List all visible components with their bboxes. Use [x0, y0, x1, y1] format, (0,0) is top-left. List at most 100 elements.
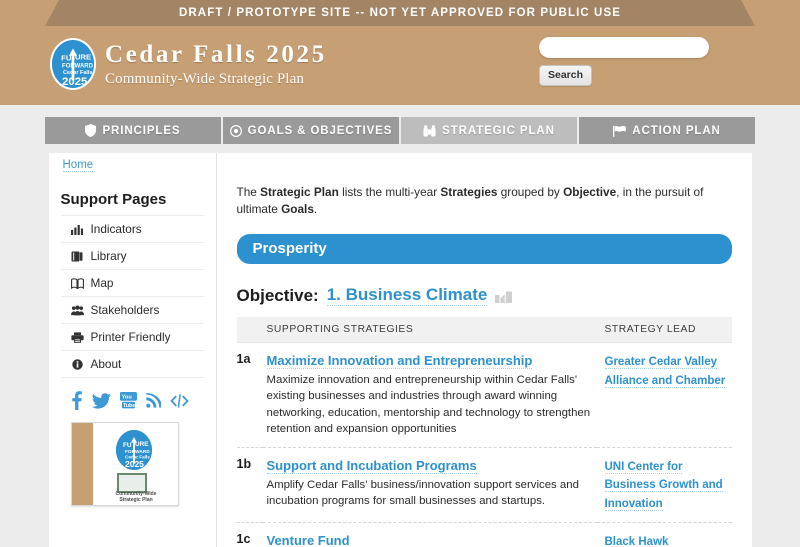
- intro-paragraph: The Strategic Plan lists the multi-year …: [237, 184, 732, 218]
- sidebar-item-label: Printer Friendly: [90, 330, 171, 344]
- sidebar-item-library[interactable]: Library: [60, 243, 204, 270]
- strategy-description: Maximize innovation and entrepreneurship…: [266, 374, 591, 435]
- draft-banner: DRAFT / PROTOTYPE SITE -- NOT YET APPROV…: [0, 0, 800, 30]
- search-button[interactable]: Search: [539, 65, 593, 86]
- sidebar-heading: Support Pages: [60, 191, 167, 208]
- sidebar-item-printer-friendly[interactable]: Printer Friendly: [60, 324, 204, 351]
- code-icon[interactable]: [169, 393, 189, 408]
- search-input[interactable]: [539, 37, 709, 58]
- svg-text:FORWARD: FORWARD: [62, 64, 94, 70]
- intro-bold3: Objective: [563, 185, 617, 199]
- map-icon: [70, 277, 84, 289]
- cover-spine: [71, 423, 93, 505]
- tab-principles-label: PRINCIPLES: [102, 124, 181, 137]
- strategies-table-body: 1a Maximize Innovation and Entrepreneurs…: [236, 342, 732, 547]
- info-icon: [71, 358, 84, 370]
- cover-caption-line2: Strategic Plan: [119, 497, 153, 504]
- tab-strategic-plan[interactable]: STRATEGIC PLAN: [401, 117, 579, 144]
- svg-text:2025: 2025: [62, 76, 88, 88]
- breadcrumb-home-link[interactable]: Home: [62, 159, 94, 172]
- site-header: FU URE FORWARD Cedar Falls 2025 Cedar Fa…: [0, 30, 800, 105]
- strategy-number: 1b: [236, 447, 263, 523]
- people-icon: [70, 304, 84, 316]
- strategies-table-head: SUPPORTING STRATEGIES STRATEGY LEAD: [236, 317, 732, 344]
- book-icon: [71, 251, 84, 262]
- strategy-cell: Venture Fund Coordinate and manage a ven…: [262, 522, 597, 547]
- strategy-lead-cell: UNI Center for Business Growth and Innov…: [596, 447, 732, 523]
- tab-action-plan-label: ACTION PLAN: [632, 124, 721, 137]
- sidebar-item-label: Indicators: [90, 222, 142, 236]
- youtube-icon[interactable]: You Tube: [119, 392, 137, 409]
- table-row: 1c Venture Fund Coordinate and manage a …: [236, 522, 732, 547]
- sidebar-item-about[interactable]: About: [60, 351, 204, 378]
- col-header-supporting-strategies: SUPPORTING STRATEGIES: [262, 317, 597, 344]
- svg-text:FU: FU: [123, 442, 132, 449]
- intro-bold1: Strategic Plan: [260, 185, 339, 199]
- strategy-number: 1a: [236, 342, 263, 448]
- intro-part2: lists the multi-year: [338, 185, 441, 199]
- bar-chart-icon: [71, 224, 84, 235]
- cover-caption: Community-Wide Strategic Plan: [98, 491, 175, 505]
- binoculars-icon: [423, 124, 436, 137]
- objective-heading: Objective: 1. Business Climate: [236, 285, 732, 307]
- svg-text:Tube: Tube: [123, 403, 135, 409]
- strategies-table: SUPPORTING STRATEGIES STRATEGY LEAD 1a M…: [236, 317, 732, 547]
- sidebar-item-indicators[interactable]: Indicators: [60, 215, 204, 243]
- main-content: The Strategic Plan lists the multi-year …: [217, 153, 752, 547]
- cover-logo-icon: FU URE FORWARD Cedar Falls 2025: [115, 430, 152, 470]
- sidebar-item-label: Library: [90, 249, 127, 263]
- objective-prefix: Objective:: [236, 285, 319, 305]
- svg-text:FU: FU: [61, 53, 72, 62]
- sidebar: Support Pages Indicators Library Map Sta…: [49, 153, 217, 547]
- rss-icon[interactable]: [145, 393, 161, 408]
- intro-bold2: Strategies: [440, 185, 498, 199]
- breadcrumb: Home: [62, 159, 94, 172]
- sidebar-item-label: Map: [90, 276, 114, 290]
- strategy-lead-link[interactable]: Black Hawk Economic Development: [604, 535, 677, 547]
- tab-principles[interactable]: PRINCIPLES: [45, 117, 223, 144]
- strategic-plan-cover-thumbnail[interactable]: FU URE FORWARD Cedar Falls 2025 Communit…: [70, 422, 179, 506]
- twitter-icon[interactable]: [91, 392, 111, 409]
- site-title: Cedar Falls 2025: [105, 40, 327, 68]
- main-navigation: PRINCIPLES GOALS & OBJECTIVES STRATEGIC …: [45, 117, 755, 144]
- strategy-lead-link[interactable]: Greater Cedar Valley Alliance and Chambe…: [604, 356, 726, 388]
- target-icon: [229, 124, 242, 137]
- table-row: 1a Maximize Innovation and Entrepreneurs…: [236, 342, 732, 448]
- bar-chart-icon[interactable]: [495, 288, 513, 304]
- strategy-title-link[interactable]: Maximize Innovation and Entrepreneurship: [266, 353, 533, 370]
- objective-link-business-climate[interactable]: 1. Business Climate: [326, 285, 488, 307]
- facebook-icon[interactable]: [71, 391, 83, 410]
- sidebar-list: Indicators Library Map Stakeholders Prin…: [60, 215, 204, 378]
- draft-ribbon: DRAFT / PROTOTYPE SITE -- NOT YET APPROV…: [45, 0, 755, 26]
- tab-goals-objectives-label: GOALS & OBJECTIVES: [247, 124, 393, 137]
- col-header-number: [236, 317, 263, 344]
- social-links: You Tube: [61, 378, 204, 416]
- strategy-cell: Support and Incubation Programs Amplify …: [262, 447, 597, 523]
- page-panel: Home Support Pages Indicators Library Ma…: [48, 153, 752, 547]
- brand-text-block: Cedar Falls 2025 Community-Wide Strategi…: [105, 42, 327, 87]
- flag-icon: [613, 125, 627, 137]
- intro-bold4: Goals: [281, 202, 314, 217]
- strategy-number: 1c: [236, 522, 263, 547]
- intro-part5: .: [313, 202, 318, 217]
- tab-action-plan[interactable]: ACTION PLAN: [579, 117, 755, 144]
- sidebar-item-map[interactable]: Map: [60, 270, 204, 297]
- strategy-lead-cell: Greater Cedar Valley Alliance and Chambe…: [596, 342, 732, 448]
- svg-text:You: You: [121, 395, 132, 401]
- strategy-title-link[interactable]: Venture Fund: [267, 533, 350, 547]
- site-brand[interactable]: FU URE FORWARD Cedar Falls 2025 Cedar Fa…: [50, 38, 327, 90]
- strategy-description: Amplify Cedar Falls' business/innovation…: [266, 478, 579, 508]
- tab-strategic-plan-label: STRATEGIC PLAN: [442, 124, 555, 137]
- draft-banner-text: DRAFT / PROTOTYPE SITE -- NOT YET APPROV…: [178, 7, 622, 19]
- strategy-lead-link[interactable]: UNI Center for Business Growth and Innov…: [604, 460, 723, 511]
- tab-goals-objectives[interactable]: GOALS & OBJECTIVES: [223, 117, 401, 144]
- future-forward-logo-icon: FU URE FORWARD Cedar Falls 2025: [50, 38, 96, 90]
- table-header-row: SUPPORTING STRATEGIES STRATEGY LEAD: [236, 317, 732, 344]
- col-header-strategy-lead: STRATEGY LEAD: [596, 317, 732, 344]
- site-subtitle: Community-Wide Strategic Plan: [105, 70, 304, 87]
- strategy-title-link[interactable]: Support and Incubation Programs: [266, 458, 477, 474]
- table-row: 1b Support and Incubation Programs Ampli…: [236, 447, 732, 523]
- sidebar-item-stakeholders[interactable]: Stakeholders: [60, 297, 204, 324]
- svg-text:URE: URE: [135, 441, 149, 448]
- printer-icon: [70, 331, 84, 343]
